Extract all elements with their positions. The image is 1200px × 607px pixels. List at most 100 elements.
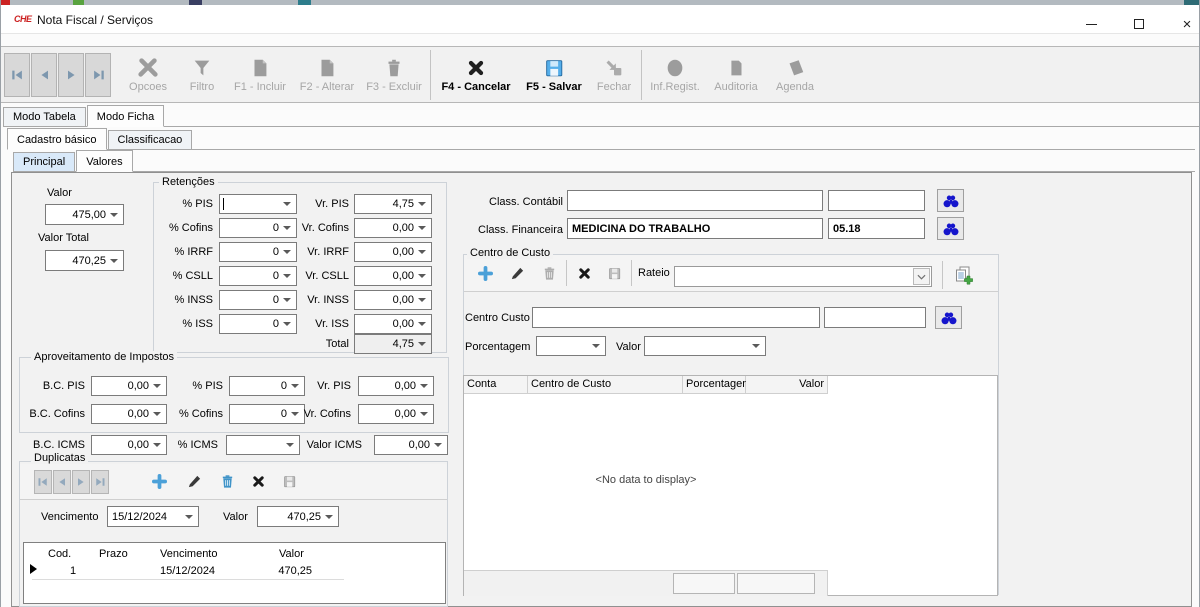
close-button[interactable]: × <box>1165 10 1200 38</box>
dropdown-arrow-icon <box>434 443 442 447</box>
cc-add-button[interactable] <box>472 261 498 285</box>
tab-classificacao[interactable]: Classificacao <box>108 130 193 149</box>
tab-modo-ficha[interactable]: Modo Ficha <box>87 105 164 127</box>
cc-col-valor[interactable]: Valor <box>746 376 828 394</box>
vencimento-combo[interactable]: 15/12/2024 <box>107 506 199 527</box>
dup-nav-prev-button[interactable] <box>53 470 71 494</box>
vr-cofins-combo[interactable]: 0,00 <box>354 218 432 238</box>
dup-delete-button[interactable] <box>214 470 240 494</box>
toolbar-button-incluir[interactable]: F1 - Incluir <box>227 50 293 100</box>
vr-pis-combo[interactable]: 4,75 <box>354 194 432 214</box>
valor-icms-combo[interactable]: 0,00 <box>374 435 448 455</box>
chevron-down-icon[interactable] <box>913 268 930 285</box>
save-floppy-icon <box>607 266 622 281</box>
tab-valores[interactable]: Valores <box>76 150 132 172</box>
pct-iss-combo[interactable]: 0 <box>219 314 297 334</box>
record-navigator <box>4 53 111 97</box>
duplicatas-grid[interactable]: Cod. Prazo Vencimento Valor 1 15/12/2024… <box>23 542 446 604</box>
maximize-button[interactable] <box>1117 10 1161 38</box>
ap-pct-pis-combo[interactable]: 0 <box>229 376 305 396</box>
dropdown-arrow-icon <box>418 342 426 346</box>
tab-modo-tabela[interactable]: Modo Tabela <box>3 107 86 126</box>
cc-col-porcentagem[interactable]: Porcentagem <box>683 376 746 394</box>
dup-nav-last-button[interactable] <box>91 470 109 494</box>
cc-delete-button[interactable] <box>536 261 562 285</box>
centro-custo-search-button[interactable] <box>935 306 962 329</box>
valor-combo[interactable]: 475,00 <box>45 204 124 225</box>
bc-pis-combo[interactable]: 0,00 <box>91 376 167 396</box>
cc-col-centro-custo[interactable]: Centro de Custo <box>528 376 683 394</box>
audit-document-icon <box>725 57 747 79</box>
ap-pct-cofins-combo[interactable]: 0 <box>229 404 305 424</box>
ap-vr-cofins-combo[interactable]: 0,00 <box>358 404 434 424</box>
retencao-row-iss: % ISS 0 Vr. ISS 0,00 <box>151 314 443 334</box>
toolbar-button-excluir[interactable]: F3 - Excluir <box>361 50 427 100</box>
cc-save-button[interactable] <box>601 261 627 285</box>
toolbar-button-salvar[interactable]: F5 - Salvar <box>518 50 590 100</box>
tab-principal[interactable]: Principal <box>13 152 75 171</box>
cadastro-tab-strip: Cadastro básico Classificacao <box>7 128 1195 150</box>
dup-cell-vencimento: 15/12/2024 <box>160 565 215 577</box>
cc-copy-rateio-button[interactable] <box>951 263 977 287</box>
vr-iss-combo[interactable]: 0,00 <box>354 314 432 334</box>
class-contabil-code-field[interactable] <box>828 190 925 211</box>
cc-edit-button[interactable] <box>504 261 530 285</box>
retencao-row-pis: % PIS Vr. PIS 4,75 <box>151 194 443 214</box>
pct-icms-combo[interactable] <box>226 435 300 455</box>
toolbar-button-opcoes[interactable]: Opcoes <box>119 50 177 100</box>
dup-nav-next-button[interactable] <box>72 470 90 494</box>
class-financeira-search-button[interactable] <box>937 217 964 240</box>
class-contabil-field[interactable] <box>567 190 823 211</box>
dup-add-button[interactable] <box>146 470 172 494</box>
class-financeira-code-field[interactable]: 05.18 <box>828 218 925 239</box>
toolbar-separator <box>942 261 943 289</box>
pct-inss-combo[interactable]: 0 <box>219 290 297 310</box>
toolbar-button-alterar[interactable]: F2 - Alterar <box>293 50 361 100</box>
dup-valor-combo[interactable]: 470,25 <box>257 506 339 527</box>
toolbar-button-cancelar[interactable]: F4 - Cancelar <box>434 50 518 100</box>
dup-cell-valor: 470,25 <box>257 565 312 577</box>
nav-first-button[interactable] <box>4 53 30 97</box>
nav-next-button[interactable] <box>58 53 84 97</box>
pct-pis-combo[interactable] <box>219 194 297 214</box>
dup-nav-first-button[interactable] <box>34 470 52 494</box>
class-financeira-label: Class. Financeira <box>459 224 563 236</box>
pct-cofins-combo[interactable]: 0 <box>219 218 297 238</box>
dup-edit-button[interactable] <box>181 470 207 494</box>
vencimento-label: Vencimento <box>41 511 98 523</box>
vr-inss-combo[interactable]: 0,00 <box>354 290 432 310</box>
toolbar-button-fechar[interactable]: Fechar <box>590 50 638 100</box>
centro-custo-field[interactable] <box>532 307 820 328</box>
minimize-button[interactable] <box>1069 10 1113 38</box>
tab-cadastro-basico[interactable]: Cadastro básico <box>7 128 107 150</box>
cc-cancel-button[interactable] <box>571 261 597 285</box>
centro-custo-grid[interactable]: Conta Centro de Custo Porcentagem Valor … <box>463 375 998 596</box>
cc-col-conta[interactable]: Conta <box>464 376 528 394</box>
centro-custo-code-field[interactable] <box>824 307 926 328</box>
nav-prev-button[interactable] <box>31 53 57 97</box>
cc-valor-combo[interactable] <box>644 336 766 356</box>
toolbar-button-inf-regist[interactable]: Inf.Regist. <box>645 50 705 100</box>
vr-irrf-combo[interactable]: 0,00 <box>354 242 432 262</box>
pct-irrf-combo[interactable]: 0 <box>219 242 297 262</box>
ap-vr-pis-combo[interactable]: 0,00 <box>358 376 434 396</box>
dropdown-arrow-icon <box>185 515 193 519</box>
vr-csll-combo[interactable]: 0,00 <box>354 266 432 286</box>
toolbar-button-filtro[interactable]: Filtro <box>177 50 227 100</box>
class-contabil-search-button[interactable] <box>937 189 964 212</box>
bc-cofins-combo[interactable]: 0,00 <box>91 404 167 424</box>
dup-cancel-button[interactable] <box>245 470 271 494</box>
application-window: CHE Nota Fiscal / Serviços × Opcoes Filt… <box>0 0 1200 607</box>
retencao-row-irrf: % IRRF 0 Vr. IRRF 0,00 <box>151 242 443 262</box>
dropdown-arrow-icon <box>110 259 118 263</box>
toolbar-button-agenda[interactable]: Agenda <box>767 50 823 100</box>
valor-total-combo[interactable]: 470,25 <box>45 250 124 271</box>
class-financeira-field[interactable]: MEDICINA DO TRABALHO <box>567 218 823 239</box>
porcentagem-combo[interactable] <box>536 336 606 356</box>
nav-last-button[interactable] <box>85 53 111 97</box>
pct-csll-combo[interactable]: 0 <box>219 266 297 286</box>
dup-save-button[interactable] <box>276 470 302 494</box>
agenda-note-icon <box>784 57 806 79</box>
toolbar-button-auditoria[interactable]: Auditoria <box>705 50 767 100</box>
rateio-dropdown[interactable] <box>674 266 932 287</box>
